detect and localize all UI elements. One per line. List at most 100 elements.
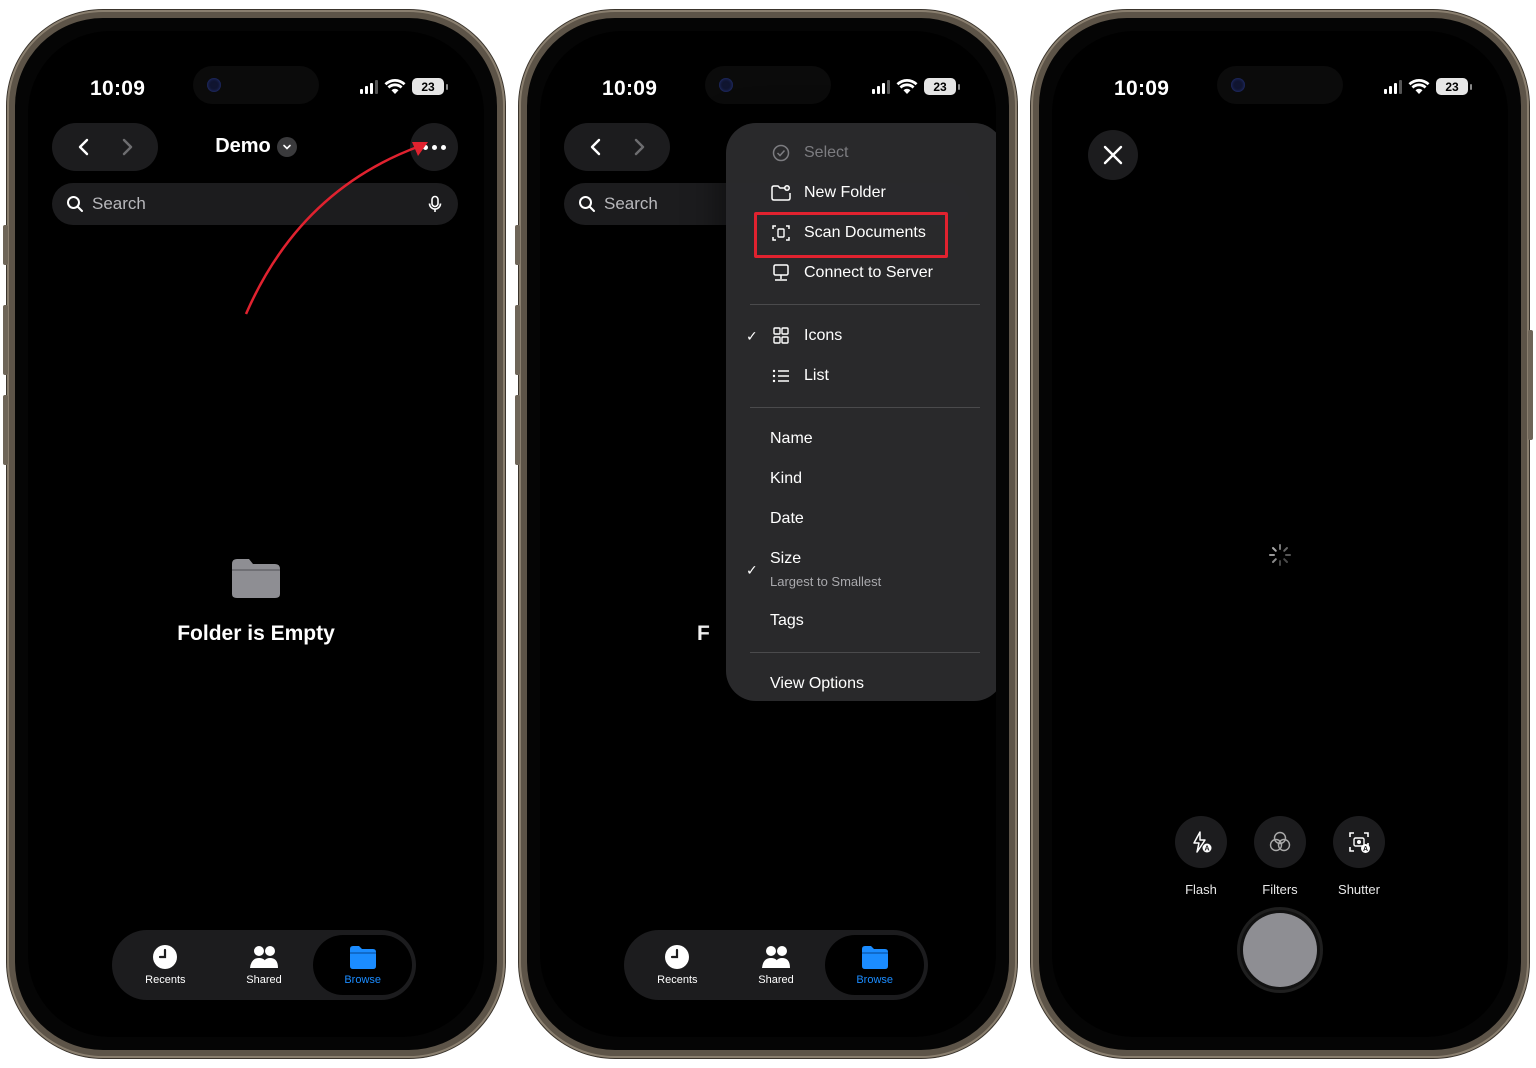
- people-icon: [762, 946, 790, 968]
- new-folder-icon: [771, 185, 791, 201]
- menu-item-icons-label: Icons: [804, 327, 843, 344]
- menu-item-select[interactable]: Select: [726, 133, 996, 173]
- menu-item-sort-name[interactable]: Name: [726, 419, 996, 459]
- flash-control[interactable]: A Flash: [1175, 816, 1227, 897]
- menu-item-sort-tags-label: Tags: [770, 612, 804, 629]
- more-options-button[interactable]: [410, 123, 458, 171]
- wifi-icon: [1408, 78, 1430, 94]
- microphone-icon[interactable]: [426, 195, 444, 213]
- filters-icon: [1269, 831, 1291, 852]
- phone-frame-2: 10:09 23 Search F Recents Shared Browse …: [515, 10, 1017, 1058]
- folder-icon: [349, 946, 376, 969]
- menu-item-connect-to-server[interactable]: Connect to Server: [726, 253, 996, 293]
- tab-recents[interactable]: Recents: [628, 935, 727, 995]
- menu-item-new-folder-label: New Folder: [804, 184, 886, 201]
- chevron-down-icon: [276, 136, 297, 157]
- clock-icon: [665, 945, 690, 969]
- filters-control[interactable]: Filters: [1254, 816, 1306, 897]
- tab-browse[interactable]: Browse: [825, 935, 925, 995]
- tab-shared[interactable]: Shared: [727, 935, 826, 995]
- tab-browse[interactable]: Browse: [313, 935, 413, 995]
- document-scanner-screen: 10:09 23 A Flash Filters A Shutter: [1052, 31, 1508, 1037]
- flash-button[interactable]: A: [1175, 816, 1227, 868]
- menu-item-sort-name-label: Name: [770, 430, 813, 447]
- search-placeholder: Search: [92, 194, 146, 213]
- empty-state: Folder is Empty: [28, 556, 484, 646]
- checkmark-icon: ✓: [746, 327, 758, 344]
- filters-button[interactable]: [1254, 816, 1306, 868]
- battery-icon: 23: [412, 78, 448, 95]
- menu-item-view-options[interactable]: View Options: [726, 664, 996, 704]
- dynamic-island: [705, 66, 831, 104]
- volume-up-button: [3, 305, 8, 375]
- status-icons: 23: [360, 78, 448, 95]
- filters-label: Filters: [1262, 882, 1298, 897]
- close-icon: [1103, 145, 1123, 165]
- volume-down-button: [515, 395, 520, 465]
- empty-folder-message-partial: F: [697, 622, 710, 645]
- menu-item-list[interactable]: List: [726, 356, 996, 396]
- clock-icon: [153, 945, 178, 969]
- tab-recents-label: Recents: [145, 974, 186, 986]
- grid-icon: [773, 327, 789, 344]
- server-display-icon: [773, 264, 789, 281]
- checkmark-icon: ✓: [746, 561, 758, 578]
- tab-recents-label: Recents: [657, 974, 698, 986]
- menu-divider: [750, 652, 980, 653]
- status-icons: 23: [1384, 78, 1472, 95]
- action-button: [3, 225, 8, 265]
- search-icon: [579, 196, 595, 212]
- dynamic-island: [1217, 66, 1343, 104]
- menu-item-sort-date[interactable]: Date: [726, 499, 996, 539]
- status-time: 10:09: [602, 77, 658, 100]
- tab-browse-label: Browse: [856, 974, 894, 986]
- menu-divider: [750, 407, 980, 408]
- flash-label: Flash: [1185, 882, 1217, 897]
- menu-item-list-label: List: [804, 367, 829, 384]
- menu-item-connect-to-server-label: Connect to Server: [804, 264, 933, 281]
- empty-folder-message: Folder is Empty: [177, 622, 335, 645]
- menu-item-sort-size-label: Size: [770, 550, 802, 568]
- menu-item-new-folder[interactable]: New Folder: [726, 173, 996, 213]
- camera-controls: A Flash Filters A Shutter: [1052, 816, 1508, 897]
- dynamic-island: [193, 66, 319, 104]
- shutter-mode-button[interactable]: A: [1333, 816, 1385, 868]
- volume-up-button: [515, 305, 520, 375]
- tab-shared[interactable]: Shared: [215, 935, 314, 995]
- search-icon: [67, 196, 83, 212]
- capture-button[interactable]: [1237, 907, 1323, 993]
- folder-title-label: Demo: [215, 135, 271, 157]
- back-chevron-icon[interactable]: [585, 136, 607, 158]
- menu-item-sort-size-subtitle: Largest to Smallest: [770, 573, 882, 589]
- back-forward-nav: [564, 123, 670, 171]
- status-time: 10:09: [90, 77, 146, 100]
- wifi-icon: [384, 78, 406, 94]
- svg-text:A: A: [1204, 846, 1209, 853]
- menu-item-view-options-label: View Options: [770, 675, 864, 692]
- tab-shared-label: Shared: [246, 974, 282, 986]
- svg-text:A: A: [1363, 846, 1368, 853]
- files-menu-screen: 10:09 23 Search F Recents Shared Browse …: [540, 31, 996, 1037]
- menu-item-icons[interactable]: ✓ Icons: [726, 316, 996, 356]
- battery-icon: 23: [1436, 78, 1472, 95]
- tab-bar: Recents Shared Browse: [624, 930, 928, 1000]
- menu-item-sort-tags[interactable]: Tags: [726, 601, 996, 641]
- auto-capture-icon: A: [1349, 832, 1370, 853]
- checkmark-circle-icon: [772, 144, 790, 162]
- files-browse-screen: 10:09 23 Demo Search Folder is Empty Rec…: [28, 31, 484, 1037]
- shutter-mode-control[interactable]: A Shutter: [1333, 816, 1385, 897]
- tab-browse-label: Browse: [344, 974, 382, 986]
- flash-auto-icon: A: [1193, 831, 1212, 853]
- menu-item-sort-size[interactable]: ✓ Size Largest to Smallest: [726, 539, 996, 601]
- close-button[interactable]: [1088, 130, 1138, 180]
- cellular-signal-icon: [1384, 79, 1402, 94]
- phone-frame-3: 10:09 23 A Flash Filters A Shutter: [1031, 10, 1533, 1058]
- search-bar[interactable]: Search: [52, 183, 458, 225]
- tab-bar: Recents Shared Browse: [112, 930, 416, 1000]
- forward-chevron-icon[interactable]: [628, 136, 650, 158]
- capture-button-inner: [1243, 913, 1317, 987]
- tab-recents[interactable]: Recents: [116, 935, 215, 995]
- list-icon: [772, 369, 789, 383]
- action-button: [515, 225, 520, 265]
- menu-item-sort-kind[interactable]: Kind: [726, 459, 996, 499]
